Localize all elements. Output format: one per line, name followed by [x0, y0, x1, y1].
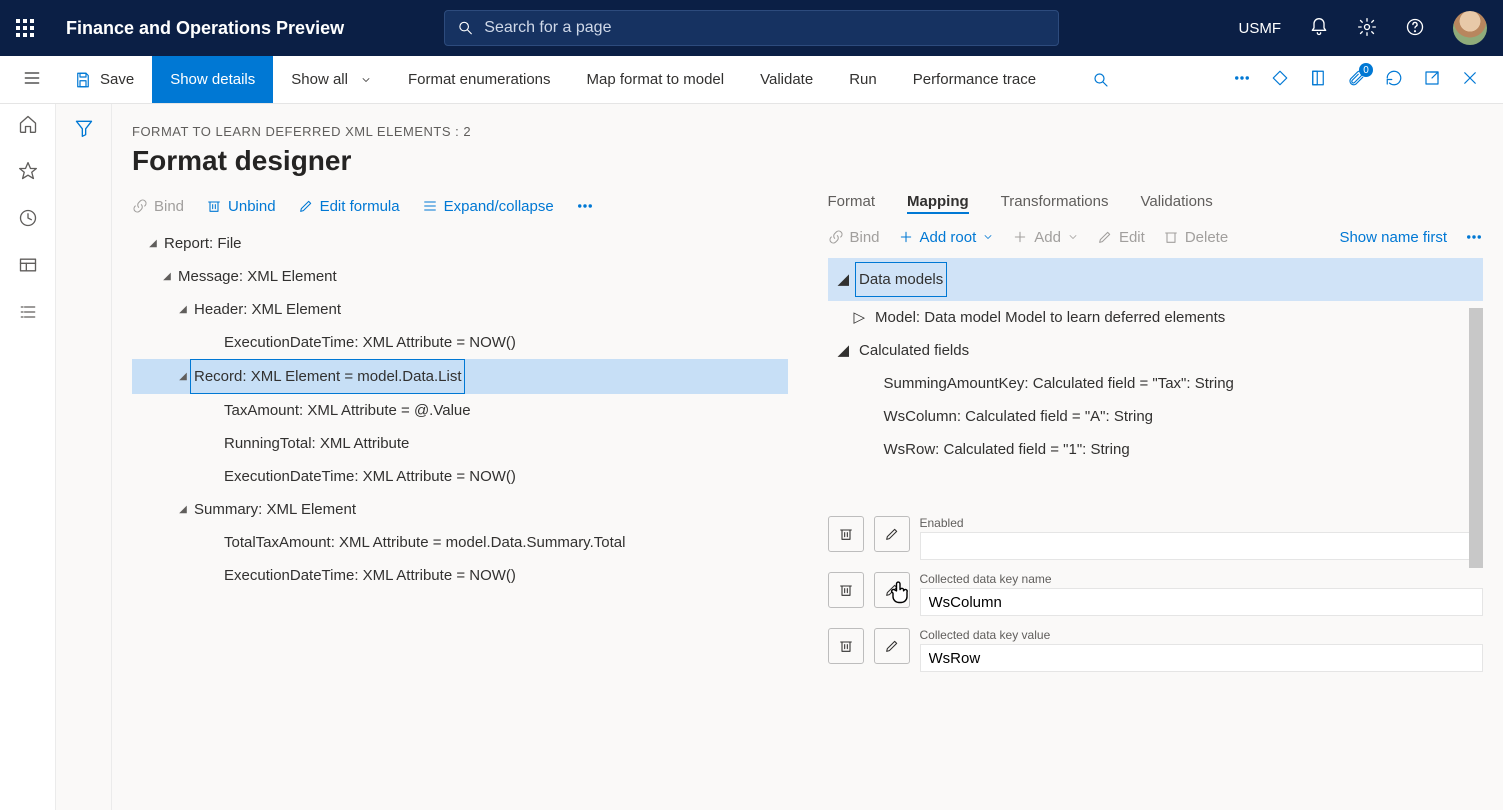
show-details-label: Show details — [170, 71, 255, 88]
tab-format[interactable]: Format — [828, 193, 876, 214]
attach-count-badge: 0 — [1359, 63, 1373, 77]
delete-keyname-button[interactable] — [828, 572, 864, 608]
more-icon[interactable] — [1233, 69, 1251, 90]
expand-collapse-button[interactable]: Expand/collapse — [422, 198, 554, 215]
delete-enabled-button[interactable] — [828, 516, 864, 552]
bind-button[interactable]: Bind — [132, 198, 184, 215]
hamburger-icon[interactable] — [22, 68, 42, 91]
attach-icon[interactable]: 0 — [1347, 69, 1365, 90]
save-label: Save — [100, 71, 134, 88]
show-all-label: Show all — [291, 71, 348, 88]
tree-row[interactable]: ◢TotalTaxAmount: XML Attribute = model.D… — [132, 526, 788, 559]
save-button[interactable]: Save — [56, 56, 152, 103]
tree-row[interactable]: ◢ExecutionDateTime: XML Attribute = NOW(… — [132, 559, 788, 592]
filter-icon[interactable] — [74, 118, 94, 810]
show-all-button[interactable]: Show all — [273, 56, 390, 103]
performance-trace-button[interactable]: Performance trace — [895, 56, 1054, 103]
edit-button[interactable]: Edit — [1097, 229, 1145, 246]
edit-enabled-button[interactable] — [874, 516, 910, 552]
format-enumerations-button[interactable]: Format enumerations — [390, 56, 569, 103]
tree-row[interactable]: ◢Header: XML Element — [132, 293, 788, 326]
keyname-label: Collected data key name — [920, 572, 1484, 586]
search-command-button[interactable] — [1074, 56, 1128, 103]
bind-mapping-button[interactable]: Bind — [828, 229, 880, 246]
avatar[interactable] — [1453, 11, 1487, 45]
refresh-icon[interactable] — [1385, 69, 1403, 90]
show-details-button[interactable]: Show details — [152, 56, 273, 103]
validate-button[interactable]: Validate — [742, 56, 831, 103]
tab-mapping[interactable]: Mapping — [907, 193, 969, 214]
tab-transformations[interactable]: Transformations — [1001, 193, 1109, 214]
search-icon — [457, 19, 474, 37]
tree-row[interactable]: ▷Model: Data model Model to learn deferr… — [828, 301, 1484, 334]
star-icon[interactable] — [18, 161, 38, 184]
company-picker[interactable]: USMF — [1239, 20, 1282, 37]
tree-row[interactable]: WsColumn: Calculated field = "A": String — [828, 400, 1484, 433]
mapping-toolbar: Bind Add root Add Edit Delete Show name … — [828, 224, 1484, 258]
delete-keyvalue-button[interactable] — [828, 628, 864, 664]
popout-icon[interactable] — [1423, 69, 1441, 90]
tree-row[interactable]: ◢Message: XML Element — [132, 260, 788, 293]
keyname-input[interactable] — [920, 588, 1484, 616]
tree-row[interactable]: WsRow: Calculated field = "1": String — [828, 433, 1484, 466]
mapping-tree: ◢Data models ▷Model: Data model Model to… — [828, 258, 1484, 466]
keyvalue-label: Collected data key value — [920, 628, 1484, 642]
home-icon[interactable] — [18, 114, 38, 137]
tree-row[interactable]: ◢Report: File — [132, 227, 788, 260]
breadcrumb: FORMAT TO LEARN DEFERRED XML ELEMENTS : … — [132, 124, 1483, 139]
page-title: Format designer — [132, 145, 1483, 177]
edit-keyname-button[interactable] — [874, 572, 910, 608]
tree-row[interactable]: ◢TaxAmount: XML Attribute = @.Value — [132, 394, 788, 427]
keyvalue-input[interactable] — [920, 644, 1484, 672]
nav-rail — [0, 104, 56, 810]
properties-panel: Enabled Collected data key name — [828, 516, 1484, 672]
tree-row[interactable]: ◢Summary: XML Element — [132, 493, 788, 526]
run-button[interactable]: Run — [831, 56, 895, 103]
chevron-down-icon — [360, 74, 372, 86]
unbind-button[interactable]: Unbind — [206, 198, 276, 215]
show-name-first-button[interactable]: Show name first — [1339, 229, 1447, 246]
recent-icon[interactable] — [18, 208, 38, 231]
add-button[interactable]: Add — [1012, 229, 1079, 246]
tree-row[interactable]: SummingAmountKey: Calculated field = "Ta… — [828, 367, 1484, 400]
chevron-down-icon — [982, 231, 994, 243]
format-toolbar: Bind Unbind Edit formula Expand/collapse — [132, 193, 788, 227]
workspace-icon[interactable] — [18, 255, 38, 278]
app-launcher-icon[interactable] — [16, 19, 34, 37]
format-tree: ◢Report: File ◢Message: XML Element ◢Hea… — [132, 227, 788, 592]
delete-button[interactable]: Delete — [1163, 229, 1228, 246]
office-icon[interactable] — [1309, 69, 1327, 90]
right-tabs: Format Mapping Transformations Validatio… — [828, 193, 1484, 224]
scrollbar[interactable] — [1469, 308, 1483, 568]
tree-row[interactable]: ◢Calculated fields — [828, 334, 1484, 367]
search-input[interactable] — [484, 19, 1046, 37]
global-search[interactable] — [444, 10, 1059, 46]
edit-keyvalue-button[interactable] — [874, 628, 910, 664]
help-icon[interactable] — [1405, 17, 1425, 40]
edit-formula-button[interactable]: Edit formula — [298, 198, 400, 215]
tree-row[interactable]: ◢ExecutionDateTime: XML Attribute = NOW(… — [132, 326, 788, 359]
add-root-button[interactable]: Add root — [898, 229, 995, 246]
map-format-button[interactable]: Map format to model — [569, 56, 743, 103]
gear-icon[interactable] — [1357, 17, 1377, 40]
more-tree-icon[interactable] — [576, 197, 594, 215]
enabled-input[interactable] — [920, 532, 1484, 560]
tree-row-selected[interactable]: ◢Record: XML Element = model.Data.List — [132, 359, 788, 394]
app-title: Finance and Operations Preview — [66, 18, 344, 39]
tree-row[interactable]: ◢RunningTotal: XML Attribute — [132, 427, 788, 460]
tree-row-selected[interactable]: ◢Data models — [828, 258, 1484, 301]
modules-icon[interactable] — [18, 302, 38, 325]
filter-rail — [56, 104, 112, 810]
tab-validations[interactable]: Validations — [1140, 193, 1212, 214]
enabled-label: Enabled — [920, 516, 1484, 530]
more-mapping-icon[interactable] — [1465, 228, 1483, 246]
diamond-icon[interactable] — [1271, 69, 1289, 90]
tree-row[interactable]: ◢ExecutionDateTime: XML Attribute = NOW(… — [132, 460, 788, 493]
bell-icon[interactable] — [1309, 17, 1329, 40]
close-icon[interactable] — [1461, 69, 1479, 90]
